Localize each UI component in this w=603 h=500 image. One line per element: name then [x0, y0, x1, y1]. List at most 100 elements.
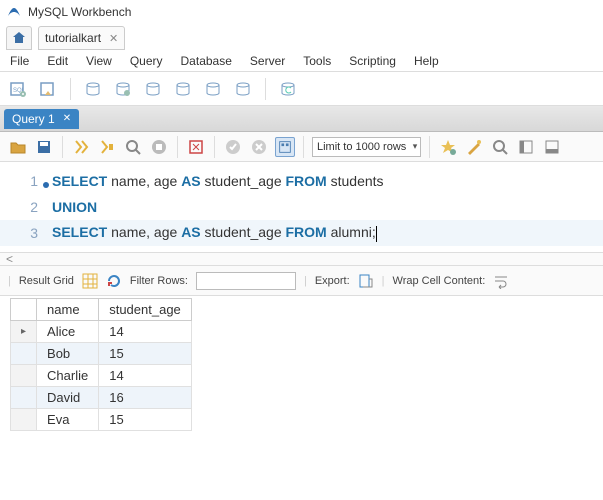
editor-toolbar: Limit to 1000 rows — [0, 132, 603, 162]
toolbar-separator — [70, 78, 71, 100]
new-sql-tab-icon[interactable]: SQL — [8, 79, 28, 99]
code-text: SELECT name, age AS student_age FROM alu… — [52, 224, 377, 241]
beautify-icon[interactable] — [464, 137, 484, 157]
toggle-1-icon[interactable] — [223, 137, 243, 157]
app-logo-icon — [6, 4, 22, 20]
panel-2-icon[interactable] — [542, 137, 562, 157]
editor-line[interactable]: 3SELECT name, age AS student_age FROM al… — [0, 220, 603, 246]
toggle-2-icon[interactable] — [249, 137, 269, 157]
cell[interactable]: Bob — [37, 343, 99, 365]
export-icon[interactable] — [358, 273, 374, 289]
cell[interactable]: Charlie — [37, 365, 99, 387]
menu-bar: File Edit View Query Database Server Too… — [0, 50, 603, 72]
db-icon-1[interactable] — [83, 79, 103, 99]
explain-icon[interactable] — [123, 137, 143, 157]
result-grid[interactable]: namestudent_age▸Alice14Bob15Charlie14Dav… — [10, 298, 192, 431]
row-header[interactable] — [11, 343, 37, 365]
title-bar: MySQL Workbench — [0, 0, 603, 24]
menu-edit[interactable]: Edit — [47, 54, 68, 68]
star-icon[interactable] — [438, 137, 458, 157]
toolbar-separator — [62, 136, 63, 158]
filter-rows-label: Filter Rows: — [130, 275, 188, 287]
column-header[interactable]: student_age — [99, 299, 192, 321]
query-tab[interactable]: Query 1 ✕ — [4, 109, 79, 129]
db-refresh-icon[interactable] — [278, 79, 298, 99]
code-text: UNION — [52, 199, 97, 215]
connection-tab-strip: tutorialkart ✕ — [0, 24, 603, 50]
toolbar-separator — [177, 136, 178, 158]
db-icon-6[interactable] — [233, 79, 253, 99]
close-icon[interactable]: ✕ — [109, 32, 118, 45]
execute-current-icon[interactable] — [97, 137, 117, 157]
execute-icon[interactable] — [71, 137, 91, 157]
editor-line[interactable]: 2UNION — [0, 194, 603, 220]
result-grid-label: Result Grid — [19, 275, 74, 287]
table-row[interactable]: Eva15 — [11, 409, 192, 431]
row-header[interactable] — [11, 409, 37, 431]
menu-scripting[interactable]: Scripting — [349, 54, 396, 68]
table-row[interactable]: Charlie14 — [11, 365, 192, 387]
close-icon[interactable]: ✕ — [63, 113, 71, 124]
splitter[interactable]: < — [0, 252, 603, 266]
find-icon[interactable] — [490, 137, 510, 157]
toolbar-separator — [429, 136, 430, 158]
table-row[interactable]: David16 — [11, 387, 192, 409]
menu-database[interactable]: Database — [181, 54, 232, 68]
menu-view[interactable]: View — [86, 54, 112, 68]
row-header[interactable] — [11, 365, 37, 387]
home-button[interactable] — [6, 26, 32, 50]
menu-help[interactable]: Help — [414, 54, 439, 68]
db-icon-2[interactable] — [113, 79, 133, 99]
cell[interactable]: 15 — [99, 409, 192, 431]
gutter-line-number: 1 — [0, 173, 52, 189]
row-header[interactable] — [11, 387, 37, 409]
cell[interactable]: 16 — [99, 387, 192, 409]
save-icon[interactable] — [34, 137, 54, 157]
commit-icon[interactable] — [186, 137, 206, 157]
filter-rows-input[interactable] — [196, 272, 296, 290]
toolbar-separator — [214, 136, 215, 158]
sql-editor[interactable]: 1SELECT name, age AS student_age FROM st… — [0, 162, 603, 252]
text-caret — [376, 226, 377, 242]
panel-1-icon[interactable] — [516, 137, 536, 157]
divider: | — [8, 275, 11, 287]
cell[interactable]: 15 — [99, 343, 192, 365]
column-header[interactable]: name — [37, 299, 99, 321]
db-icon-5[interactable] — [203, 79, 223, 99]
menu-server[interactable]: Server — [250, 54, 285, 68]
connection-tab[interactable]: tutorialkart ✕ — [38, 26, 125, 50]
table-row[interactable]: ▸Alice14 — [11, 321, 192, 343]
stop-icon[interactable] — [149, 137, 169, 157]
open-file-icon[interactable] — [8, 137, 28, 157]
cell[interactable]: Alice — [37, 321, 99, 343]
gutter-line-number: 2 — [0, 199, 52, 215]
cell[interactable]: David — [37, 387, 99, 409]
menu-tools[interactable]: Tools — [303, 54, 331, 68]
refresh-icon[interactable] — [106, 273, 122, 289]
home-icon — [11, 30, 27, 46]
connection-tab-label: tutorialkart — [45, 31, 101, 45]
main-toolbar: SQL — [0, 72, 603, 106]
export-label: Export: — [315, 275, 350, 287]
cell[interactable]: Eva — [37, 409, 99, 431]
editor-line[interactable]: 1SELECT name, age AS student_age FROM st… — [0, 168, 603, 194]
db-icon-4[interactable] — [173, 79, 193, 99]
menu-query[interactable]: Query — [130, 54, 163, 68]
query-tab-label: Query 1 — [12, 112, 55, 126]
toolbar-separator — [265, 78, 266, 100]
cell[interactable]: 14 — [99, 321, 192, 343]
grid-icon[interactable] — [82, 273, 98, 289]
db-icon-3[interactable] — [143, 79, 163, 99]
table-row[interactable]: Bob15 — [11, 343, 192, 365]
toggle-3-icon[interactable] — [275, 137, 295, 157]
limit-rows-select[interactable]: Limit to 1000 rows — [312, 137, 421, 157]
wrap-cell-icon[interactable] — [493, 273, 509, 289]
menu-file[interactable]: File — [10, 54, 29, 68]
divider: | — [304, 275, 307, 287]
row-header-corner — [11, 299, 37, 321]
divider: | — [382, 275, 385, 287]
toolbar-separator — [303, 136, 304, 158]
open-sql-icon[interactable] — [38, 79, 58, 99]
row-header[interactable]: ▸ — [11, 321, 37, 343]
cell[interactable]: 14 — [99, 365, 192, 387]
